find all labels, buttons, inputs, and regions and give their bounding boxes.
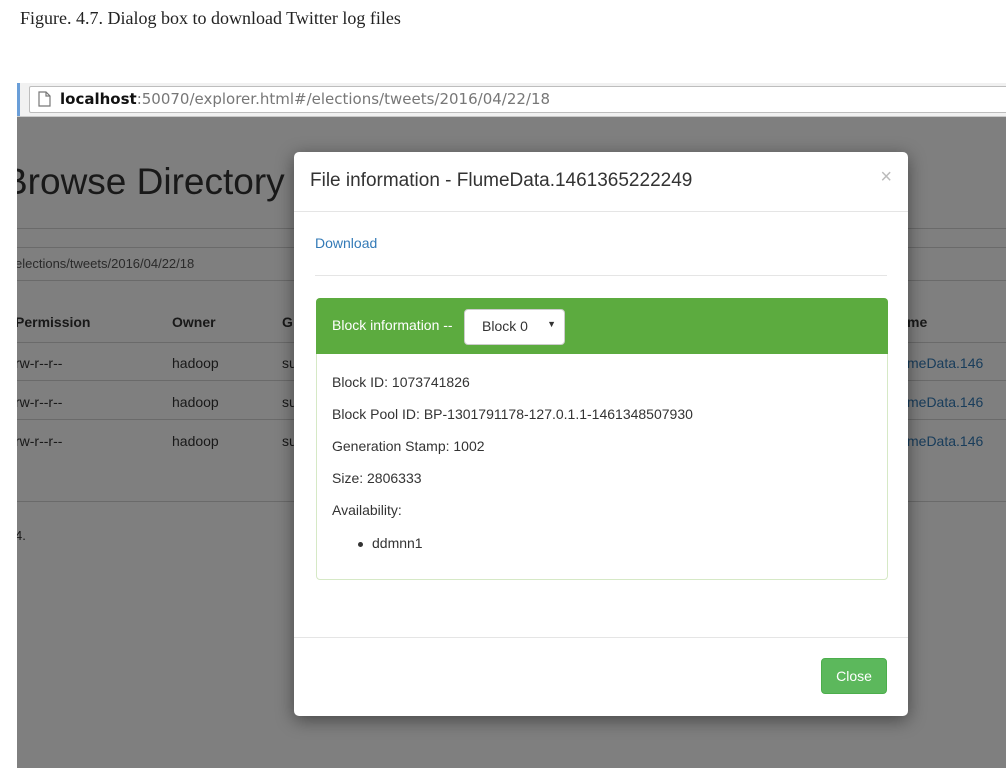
block-pool-id: Block Pool ID: BP-1301791178-127.0.1.1-1… bbox=[332, 406, 693, 422]
availability-list-item: ddmnn1 bbox=[358, 535, 423, 551]
tab-edge bbox=[17, 83, 20, 116]
divider bbox=[315, 275, 887, 276]
block-select-value: Block 0 bbox=[482, 318, 528, 334]
divider bbox=[294, 637, 908, 638]
block-select[interactable]: Block 0 ▼ bbox=[464, 309, 565, 345]
availability-label: Availability: bbox=[332, 502, 402, 518]
generation-stamp: Generation Stamp: 1002 bbox=[332, 438, 485, 454]
dialog-header: File information - FlumeData.14613652222… bbox=[294, 152, 908, 212]
url-host: localhost bbox=[60, 90, 137, 108]
figure-caption: Figure. 4.7. Dialog box to download Twit… bbox=[20, 8, 401, 28]
page-icon bbox=[38, 91, 51, 112]
file-information-dialog: File information - FlumeData.14613652222… bbox=[294, 152, 908, 716]
panel-heading: Block information -- Block 0 ▼ bbox=[316, 298, 888, 354]
download-link[interactable]: Download bbox=[315, 235, 377, 251]
browser-address-bar: localhost:50070/explorer.html#/elections… bbox=[17, 83, 1006, 117]
dialog-title: File information - FlumeData.14613652222… bbox=[310, 170, 693, 191]
close-icon[interactable]: × bbox=[880, 166, 892, 189]
datanode-name: ddmnn1 bbox=[372, 535, 423, 551]
block-information-panel: Block information -- Block 0 ▼ Block ID:… bbox=[316, 298, 888, 580]
url-path: :50070/explorer.html#/elections/tweets/2… bbox=[136, 90, 551, 108]
url-text: localhost:50070/explorer.html#/elections… bbox=[60, 90, 550, 108]
bullet-icon bbox=[358, 541, 363, 547]
caret-down-icon: ▼ bbox=[547, 319, 556, 329]
url-field[interactable]: localhost:50070/explorer.html#/elections… bbox=[29, 86, 1006, 113]
close-button[interactable]: Close bbox=[821, 658, 887, 694]
block-id: Block ID: 1073741826 bbox=[332, 374, 470, 390]
block-size: Size: 2806333 bbox=[332, 470, 422, 486]
block-information-label: Block information -- bbox=[332, 317, 453, 333]
